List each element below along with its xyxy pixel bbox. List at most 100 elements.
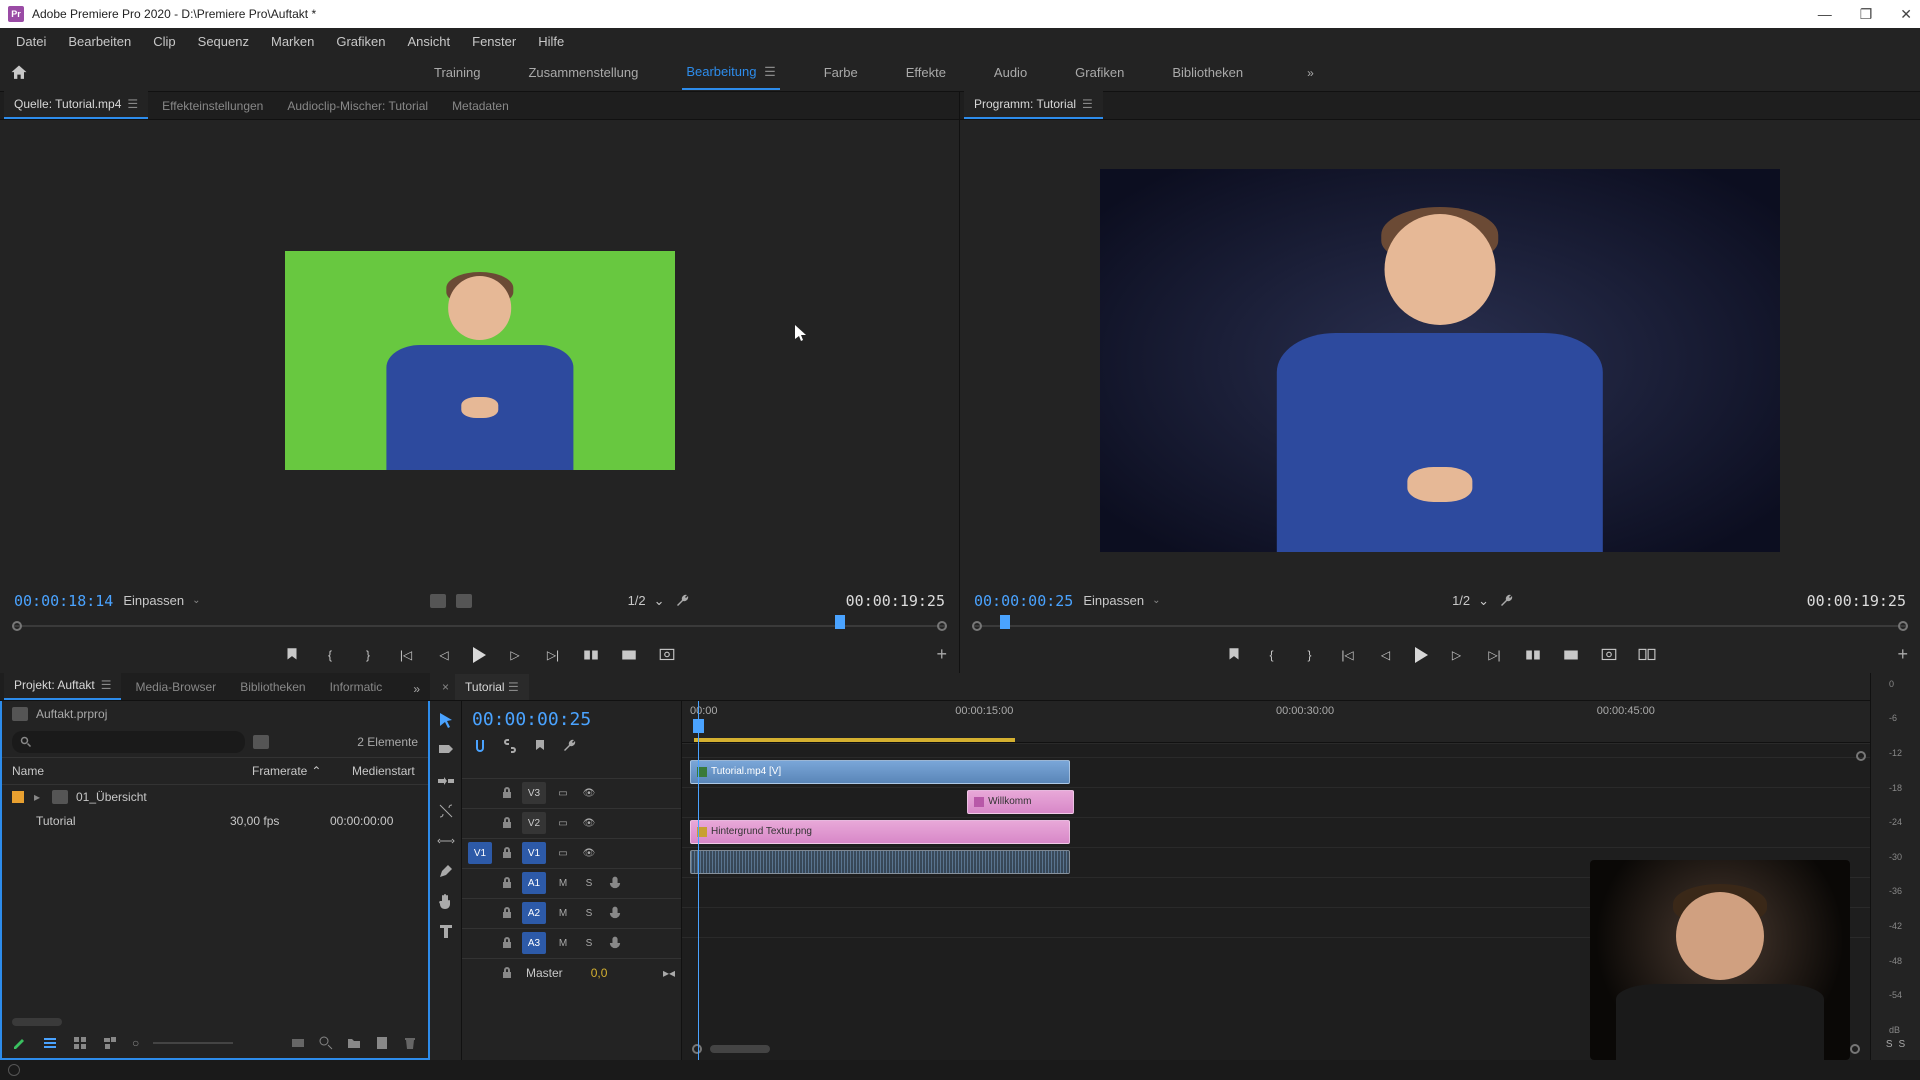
solo-button[interactable]: S	[580, 904, 598, 922]
lock-icon[interactable]	[500, 786, 514, 800]
tab-audioclip-mischer[interactable]: Audioclip-Mischer: Tutorial	[277, 93, 438, 119]
program-resolution-select[interactable]: 1/2⌄	[1452, 593, 1489, 609]
sequence-tab[interactable]: Tutorial ☰	[455, 674, 529, 700]
menu-sequenz[interactable]: Sequenz	[188, 30, 259, 53]
linked-selection-icon[interactable]	[502, 738, 518, 754]
tab-quelle[interactable]: Quelle: Tutorial.mp4☰	[4, 91, 148, 119]
track-toggle-output-icon[interactable]: ▭	[554, 784, 572, 802]
program-tc-in[interactable]: 00:00:00:25	[974, 592, 1073, 610]
delete-icon[interactable]	[402, 1035, 418, 1051]
track-v1[interactable]: Hintergrund Textur.png	[682, 817, 1870, 847]
menu-marken[interactable]: Marken	[261, 30, 324, 53]
program-zoom-select[interactable]: Einpassen⌄	[1083, 593, 1160, 608]
track-head-v3[interactable]: V3 ▭ 👁	[462, 778, 681, 808]
ripple-tool-icon[interactable]	[436, 771, 456, 791]
workspace-zusammenstellung[interactable]: Zusammenstellung	[524, 57, 642, 88]
track-head-v1[interactable]: V1 V1 ▭ 👁	[462, 838, 681, 868]
tab-effekteinstellungen[interactable]: Effekteinstellungen	[152, 93, 273, 119]
track-head-master[interactable]: Master 0,0 ▸◂	[462, 958, 681, 988]
lift-icon[interactable]	[1524, 646, 1542, 664]
snap-icon[interactable]	[472, 738, 488, 754]
workspace-menu-icon[interactable]: ☰	[764, 64, 776, 79]
lock-icon[interactable]	[500, 846, 514, 860]
panel-menu-icon[interactable]: ☰	[1082, 97, 1093, 111]
source-playhead[interactable]	[835, 615, 845, 629]
column-framerate[interactable]: Framerate ⌃	[252, 764, 352, 778]
track-toggle-eye-icon[interactable]: 👁	[580, 814, 598, 832]
add-marker-icon[interactable]	[283, 646, 301, 664]
play-icon[interactable]	[1415, 647, 1428, 663]
track-v3[interactable]: Tutorial.mp4 [V]	[682, 757, 1870, 787]
tab-metadaten[interactable]: Metadaten	[442, 93, 519, 119]
source-scrubber[interactable]	[12, 615, 947, 637]
minimize-button[interactable]: —	[1818, 6, 1832, 23]
track-name[interactable]: V3	[522, 782, 546, 804]
button-editor-icon[interactable]: +	[936, 644, 947, 665]
item-name[interactable]: Tutorial	[36, 814, 216, 828]
close-sequence-icon[interactable]: ×	[436, 674, 455, 700]
voiceover-icon[interactable]	[606, 904, 624, 922]
insert-icon[interactable]	[582, 646, 600, 664]
lock-icon[interactable]	[500, 876, 514, 890]
source-drag-video-icon[interactable]	[430, 594, 446, 608]
track-select-tool-icon[interactable]	[436, 741, 456, 761]
clip-hintergrund[interactable]: Hintergrund Textur.png	[690, 820, 1070, 844]
hand-tool-icon[interactable]	[436, 891, 456, 911]
wrench-icon[interactable]	[675, 593, 691, 609]
panel-menu-icon[interactable]: ☰	[508, 680, 519, 694]
track-head-a2[interactable]: A2 M S	[462, 898, 681, 928]
zoom-slider[interactable]	[153, 1042, 233, 1044]
menu-fenster[interactable]: Fenster	[462, 30, 526, 53]
home-icon[interactable]	[8, 63, 30, 83]
track-name[interactable]: V1	[522, 842, 546, 864]
panel-menu-icon[interactable]: ☰	[127, 97, 138, 111]
icon-view-icon[interactable]	[72, 1035, 88, 1051]
track-head-a1[interactable]: A1 M S	[462, 868, 681, 898]
workspace-bearbeitung[interactable]: Bearbeitung ☰	[682, 56, 779, 90]
step-back-icon[interactable]: ◁	[435, 646, 453, 664]
project-row-folder[interactable]: ▸ 01_Übersicht	[2, 785, 428, 809]
step-forward-icon[interactable]: ▷	[506, 646, 524, 664]
lock-icon[interactable]	[500, 906, 514, 920]
export-frame-icon[interactable]	[1600, 646, 1618, 664]
track-toggle-output-icon[interactable]: ▭	[554, 844, 572, 862]
track-head-a3[interactable]: A3 M S	[462, 928, 681, 958]
solo-right[interactable]: S	[1899, 1039, 1906, 1050]
source-patch-v1[interactable]: V1	[468, 842, 492, 864]
lock-icon[interactable]	[500, 936, 514, 950]
menu-clip[interactable]: Clip	[143, 30, 185, 53]
menu-hilfe[interactable]: Hilfe	[528, 30, 574, 53]
mark-out-icon[interactable]: }	[1301, 646, 1319, 664]
solo-button[interactable]: S	[580, 874, 598, 892]
project-search-input[interactable]	[12, 731, 245, 753]
freeform-view-icon[interactable]	[102, 1035, 118, 1051]
panel-menu-icon[interactable]: ☰	[101, 678, 112, 692]
maximize-button[interactable]: ❐	[1860, 6, 1873, 23]
tl-settings-icon[interactable]	[562, 738, 578, 754]
step-back-icon[interactable]: ◁	[1377, 646, 1395, 664]
program-playhead[interactable]	[1000, 615, 1010, 629]
menu-datei[interactable]: Datei	[6, 30, 56, 53]
master-collapse-icon[interactable]: ▸◂	[663, 966, 675, 980]
new-bin-icon[interactable]	[253, 735, 269, 749]
work-area-bar[interactable]	[694, 738, 1015, 742]
menu-grafiken[interactable]: Grafiken	[326, 30, 395, 53]
track-name[interactable]: A1	[522, 872, 546, 894]
master-value[interactable]: 0,0	[591, 966, 608, 980]
clip-tutorial-video[interactable]: Tutorial.mp4 [V]	[690, 760, 1070, 784]
workspace-farbe[interactable]: Farbe	[820, 57, 862, 88]
close-button[interactable]: ✕	[1900, 6, 1912, 23]
new-bin-button[interactable]	[346, 1035, 362, 1051]
voiceover-icon[interactable]	[606, 874, 624, 892]
mark-out-icon[interactable]: }	[359, 646, 377, 664]
track-toggle-eye-icon[interactable]: 👁	[580, 844, 598, 862]
pen-tool-icon[interactable]	[436, 861, 456, 881]
project-row-sequence[interactable]: Tutorial 30,00 fps 00:00:00:00	[2, 809, 428, 833]
solo-button[interactable]: S	[580, 934, 598, 952]
workspace-training[interactable]: Training	[430, 57, 484, 88]
timeline-timecode[interactable]: 00:00:00:25	[462, 701, 681, 734]
button-editor-icon[interactable]: +	[1897, 644, 1908, 665]
source-zoom-select[interactable]: Einpassen⌄	[123, 593, 200, 608]
tab-informatic[interactable]: Informatic	[320, 674, 393, 700]
mark-in-icon[interactable]: {	[321, 646, 339, 664]
